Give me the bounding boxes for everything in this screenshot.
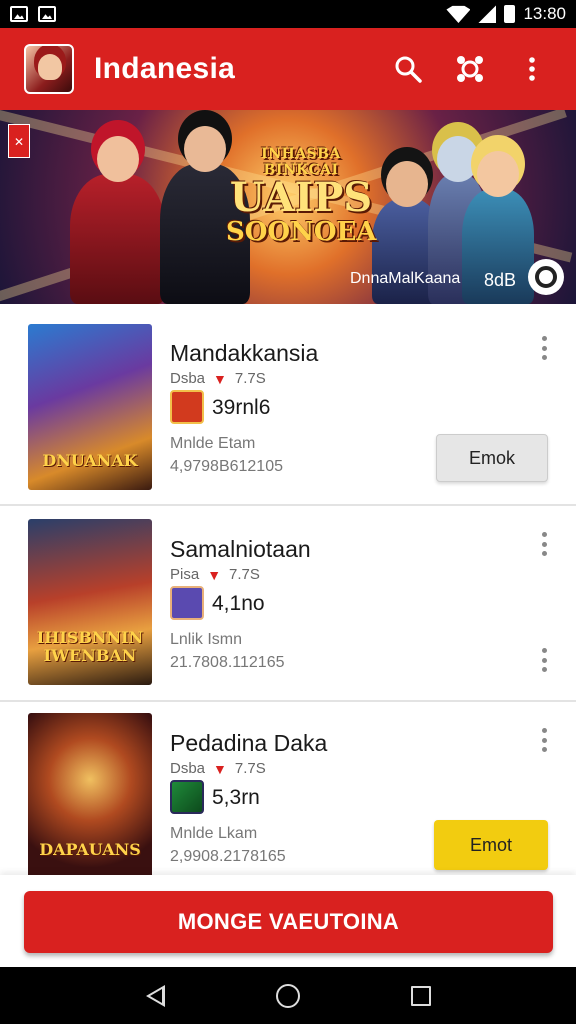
item-title: Samalniotaan xyxy=(170,536,311,562)
item-more-icon[interactable] xyxy=(534,530,554,558)
item-secondary-more-icon[interactable] xyxy=(534,646,554,674)
item-action-button[interactable]: Emok xyxy=(436,434,548,482)
share-button[interactable] xyxy=(450,49,490,89)
down-arrow-icon: ▼ xyxy=(213,760,227,777)
clock: 13:80 xyxy=(523,4,566,23)
item-title: Pedadina Daka xyxy=(170,730,328,756)
item-meta: Pisa ▼ 7.7S xyxy=(170,566,260,583)
bottom-action-area: MONGE VAEUTOINA xyxy=(0,875,576,967)
meta-value: 7.7S xyxy=(234,370,266,387)
search-button[interactable] xyxy=(388,49,428,89)
list-item[interactable]: IHISBNNIN IWENBAN Samalniotaan Pisa ▼ 7.… xyxy=(0,506,576,700)
item-size: 5,3rn xyxy=(212,786,260,809)
more-vert-icon xyxy=(529,57,535,81)
banner-count: 8dB xyxy=(484,270,517,290)
meta-label: Dsba xyxy=(170,370,206,387)
size-icon xyxy=(170,780,204,814)
size-icon xyxy=(170,586,204,620)
back-icon[interactable] xyxy=(145,984,165,1007)
thumbnail-title: DAPAUANS xyxy=(39,840,141,859)
item-sub: Mnlde Etam xyxy=(170,435,256,452)
gallery-icon xyxy=(10,6,28,22)
banner-title-line3: SOONOEA xyxy=(226,217,377,247)
game-thumbnail: DNUANAK xyxy=(28,324,152,490)
banner-title: INHASBA BINKCAI UAIPS SOONOEA xyxy=(226,146,376,246)
down-arrow-icon: ▼ xyxy=(213,370,227,387)
meta-label: Pisa xyxy=(170,566,200,583)
list-item[interactable]: DNUANAK Mandakkansia Dsba ▼ 7.7S 39rnl6 … xyxy=(0,304,576,498)
thumbnail-title: IHISBNNIN IWENBAN xyxy=(36,628,144,665)
item-more-icon[interactable] xyxy=(534,334,554,362)
banner-badge-icon[interactable] xyxy=(528,259,564,295)
signal-icon xyxy=(478,5,497,23)
status-bar: 13:80 xyxy=(0,0,576,28)
home-icon[interactable] xyxy=(275,983,300,1008)
game-thumbnail: IHISBNNIN IWENBAN xyxy=(28,519,152,685)
item-meta: Dsba ▼ 7.7S xyxy=(170,370,266,387)
app-title: Indanesia xyxy=(94,52,236,85)
down-arrow-icon: ▼ xyxy=(207,566,222,583)
meta-value: 7.7S xyxy=(229,566,260,583)
item-date: 21.7808.112165 xyxy=(170,654,285,671)
meta-label: Dsba xyxy=(170,760,206,777)
app-logo[interactable] xyxy=(24,44,74,94)
meta-value: 7.7S xyxy=(234,760,266,777)
banner-tag-icon: ✕ xyxy=(8,124,30,158)
item-sub: Mnlde Lkam xyxy=(170,825,258,842)
item-meta: Dsba ▼ 7.7S xyxy=(170,760,266,777)
photo-icon xyxy=(38,6,56,22)
item-sub: Lnlik Ismn xyxy=(170,631,243,648)
wifi-icon xyxy=(446,5,471,23)
hero-figure xyxy=(70,136,165,304)
item-date: 2,9908.2178165 xyxy=(170,848,286,865)
banner-title-line2: UAIPS xyxy=(229,174,373,221)
recents-icon[interactable] xyxy=(410,985,431,1006)
item-size: 4,1no xyxy=(212,592,265,615)
item-action-button[interactable]: Emot xyxy=(434,820,548,870)
share-icon xyxy=(457,56,483,82)
item-date: 4,9798B612105 xyxy=(170,458,283,475)
size-icon xyxy=(170,390,204,424)
overflow-menu-button[interactable] xyxy=(512,49,552,89)
primary-cta-button[interactable]: MONGE VAEUTOINA xyxy=(24,891,553,953)
item-title: Mandakkansia xyxy=(170,340,319,366)
battery-icon xyxy=(504,5,516,23)
system-nav-bar xyxy=(0,967,576,1024)
item-more-icon[interactable] xyxy=(534,726,554,754)
list-item[interactable]: DAPAUANS Pedadina Daka Dsba ▼ 7.7S 5,3rn… xyxy=(0,702,576,896)
banner-caption: DnnaMalKaana xyxy=(350,270,461,287)
item-size: 39rnl6 xyxy=(212,396,271,419)
app-bar: Indanesia xyxy=(0,28,576,110)
game-thumbnail: DAPAUANS xyxy=(28,713,152,879)
thumbnail-title: DNUANAK xyxy=(42,451,138,470)
search-icon xyxy=(395,56,422,83)
